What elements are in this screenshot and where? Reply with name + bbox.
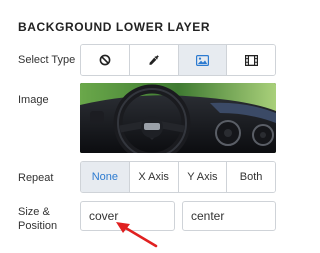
size-position-label: Size & Position [18,205,57,233]
film-icon [244,54,258,66]
background-lower-layer-panel: BACKGROUND LOWER LAYER Select Type Image… [0,0,294,253]
repeat-x-axis-button[interactable]: X Axis [129,162,179,192]
repeat-y-axis-button[interactable]: Y Axis [178,162,228,192]
type-none-button[interactable] [81,45,130,75]
type-image-button[interactable] [178,45,228,75]
image-label: Image [18,94,49,106]
type-video-button[interactable] [227,45,275,75]
repeat-none-button[interactable]: None [81,162,130,192]
repeat-label: Repeat [18,172,54,184]
background-position-input[interactable] [182,201,276,231]
background-size-input[interactable] [80,201,175,231]
eyedropper-icon [148,54,160,66]
repeat-group: None X Axis Y Axis Both [80,161,276,193]
section-title: BACKGROUND LOWER LAYER [18,20,211,34]
ban-icon [99,54,111,66]
image-icon [195,54,209,66]
select-type-label: Select Type [18,54,76,66]
type-color-button[interactable] [129,45,179,75]
car-interior-image [80,83,276,153]
size-position-label-line2: Position [18,220,58,232]
select-type-group [80,44,276,76]
size-position-label-line1: Size & [18,206,50,218]
image-preview[interactable] [80,83,276,153]
repeat-both-button[interactable]: Both [227,162,275,192]
